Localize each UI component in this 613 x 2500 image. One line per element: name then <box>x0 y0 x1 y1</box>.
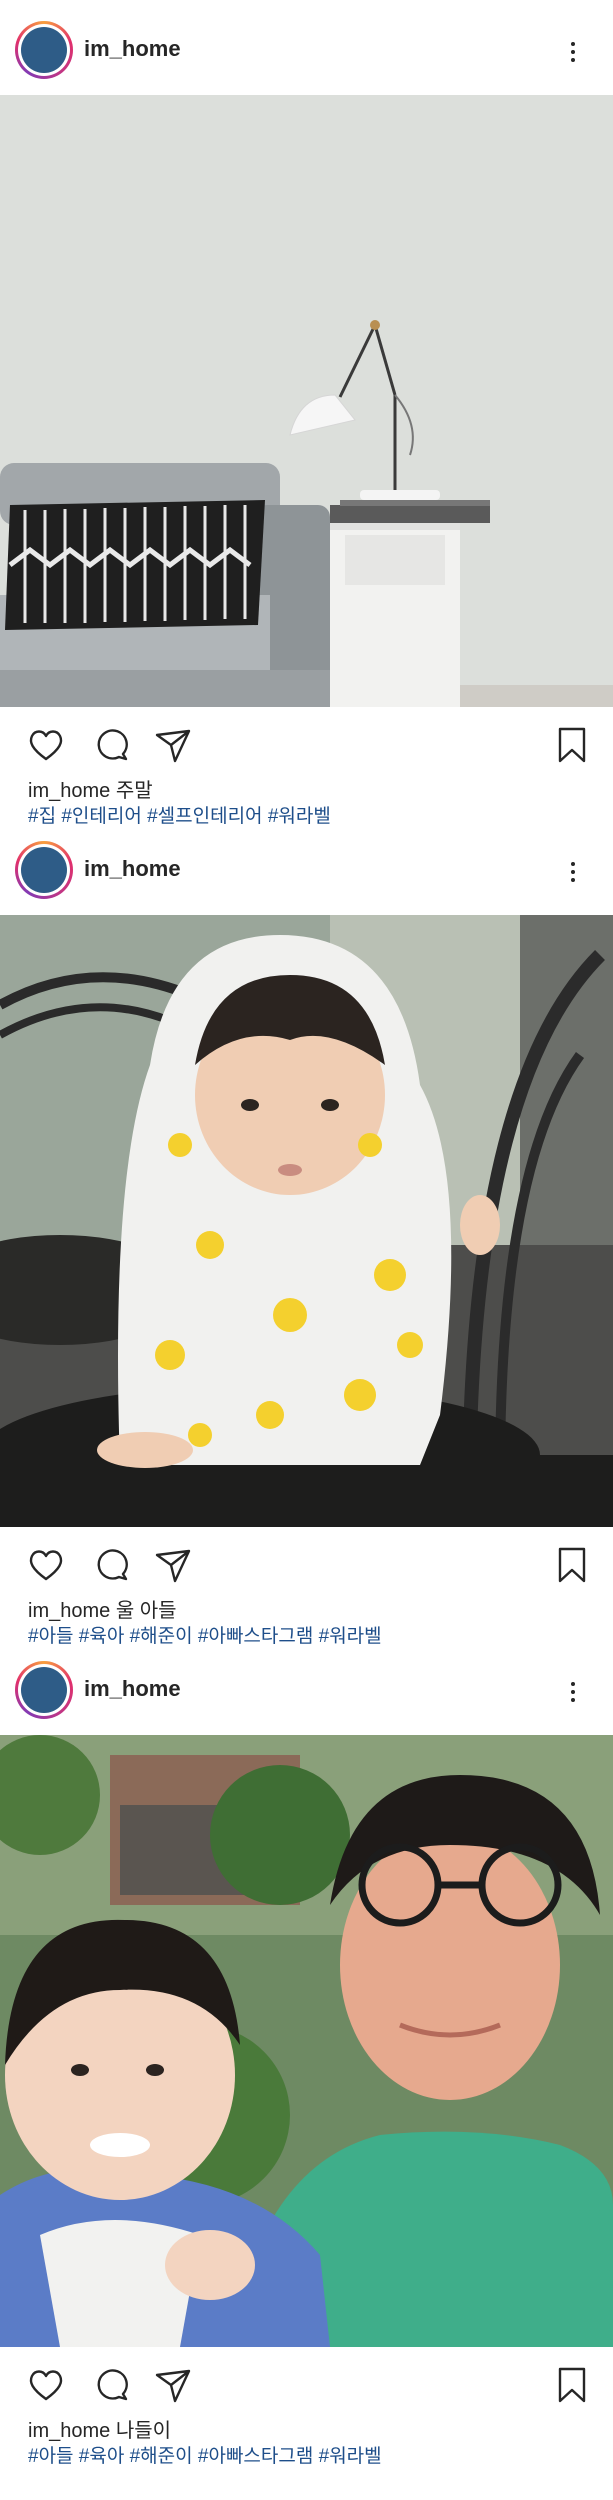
caption: im_home 울 아들 <box>28 1599 177 1623</box>
heart-icon[interactable] <box>26 2365 66 2405</box>
caption: im_home 주말 <box>28 779 153 803</box>
post-3: im_home im_home 나들이 #아들 #육아 #해준이 #아빠스타그램… <box>0 1640 613 2500</box>
comment-icon[interactable] <box>92 725 132 765</box>
post-username[interactable]: im_home <box>84 36 181 62</box>
caption-username[interactable]: im_home <box>28 1600 110 1622</box>
paper-plane-icon[interactable] <box>153 725 193 765</box>
living-room-photo[interactable] <box>0 95 613 707</box>
heart-icon[interactable] <box>26 725 66 765</box>
paper-plane-icon[interactable] <box>153 2365 193 2405</box>
caption-username[interactable]: im_home <box>28 780 110 802</box>
action-bar <box>0 1535 613 1589</box>
avatar[interactable] <box>15 21 73 79</box>
caption-text: 주말 <box>115 780 153 802</box>
post-username[interactable]: im_home <box>84 1676 181 1702</box>
more-vertical-icon[interactable] <box>566 40 580 64</box>
avatar[interactable] <box>15 1661 73 1719</box>
action-bar <box>0 715 613 769</box>
avatar[interactable] <box>15 841 73 899</box>
post-1: im_home im_home 주말 #집 #인테리어 #셀프인테리어 #워라벨 <box>0 0 613 840</box>
caption-username[interactable]: im_home <box>28 2420 110 2442</box>
post-header: im_home <box>0 820 613 910</box>
post-2: im_home im_home 울 아들 #아들 #육아 #해준이 #아빠스타그… <box>0 820 613 1660</box>
caption-text: 울 아들 <box>115 1600 177 1622</box>
more-vertical-icon[interactable] <box>566 1680 580 1704</box>
more-vertical-icon[interactable] <box>566 860 580 884</box>
comment-icon[interactable] <box>92 2365 132 2405</box>
caption: im_home 나들이 <box>28 2419 171 2443</box>
paper-plane-icon[interactable] <box>153 1545 193 1585</box>
comment-icon[interactable] <box>92 1545 132 1585</box>
action-bar <box>0 2355 613 2409</box>
bookmark-icon[interactable] <box>552 2365 592 2405</box>
bookmark-icon[interactable] <box>552 725 592 765</box>
caption-text: 나들이 <box>115 2420 172 2442</box>
bookmark-icon[interactable] <box>552 1545 592 1585</box>
post-header: im_home <box>0 0 613 90</box>
post-username[interactable]: im_home <box>84 856 181 882</box>
post-header: im_home <box>0 1640 613 1730</box>
hashtags[interactable]: #아들 #육아 #해준이 #아빠스타그램 #워라벨 <box>28 2445 382 2469</box>
father-son-selfie-photo[interactable] <box>0 1735 613 2347</box>
toddler-raincoat-photo[interactable] <box>0 915 613 1527</box>
heart-icon[interactable] <box>26 1545 66 1585</box>
